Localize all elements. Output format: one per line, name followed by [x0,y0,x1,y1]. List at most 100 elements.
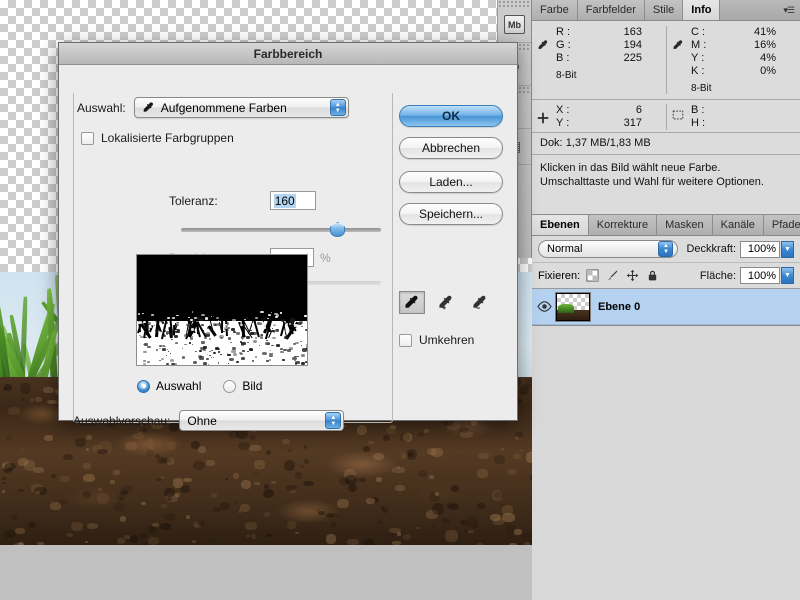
tab-farbfelder[interactable]: Farbfelder [577,0,645,20]
selection-preview-label: Auswahlvorschau: [73,413,171,428]
soil-speck [358,477,367,483]
soil-speck [110,480,115,485]
soil-speck [83,463,91,470]
lock-transparency-icon[interactable] [586,269,599,282]
preview-white-dot [262,326,266,329]
opacity-chevron-down-icon[interactable]: ▼ [781,240,794,258]
cancel-button[interactable]: Abbrechen [399,137,503,159]
blend-mode-select[interactable]: Normal ▲ ▼ [538,240,679,258]
tab-farbe[interactable]: Farbe [532,0,578,20]
soil-speck [20,397,25,401]
auswahl-label: Auswahl: [77,100,126,115]
dialog-title-bar[interactable]: Farbbereich [59,43,517,65]
soil-speck [348,484,358,493]
preview-white-dot [204,317,209,320]
tab-stile[interactable]: Stile [644,0,684,20]
preview-white-dot [269,327,272,329]
ok-button[interactable]: OK [399,105,503,127]
radio-bild[interactable]: Bild [223,379,262,393]
preview-speck [246,335,251,339]
eyedropper-add-tool[interactable] [433,291,459,314]
layers-panel-tabs[interactable]: Ebenen Korrekture Masken Kanäle Pfade ▾☰ [532,215,800,236]
chevron-updown-icon[interactable]: ▲ ▼ [658,241,674,257]
soil-speck [140,533,148,539]
dock-item-mini-bridge[interactable]: Mb [498,7,531,43]
soil-speck [501,505,513,515]
load-button[interactable]: Laden... [399,171,503,193]
tab-masken[interactable]: Masken [657,215,713,235]
opacity-input[interactable]: 100% [740,240,780,258]
soil-speck [21,448,24,451]
lock-image-icon[interactable] [606,269,619,282]
invert-row[interactable]: Umkehren [399,333,474,347]
soil-speck [14,527,25,534]
tab-info[interactable]: Info [683,0,721,20]
preview-speck [175,341,178,344]
preview-speck [185,324,189,327]
localized-color-clusters-row[interactable]: Lokalisierte Farbgruppen [81,131,234,145]
preview-speck [181,356,186,359]
fill-chevron-down-icon[interactable]: ▼ [781,267,794,284]
fuzziness-input[interactable]: 160 [269,191,316,210]
invert-checkbox[interactable] [399,333,412,347]
mask-preview[interactable] [136,254,308,366]
info-label-y: Y : [691,52,705,64]
soil-speck [270,481,276,484]
panel-menu-icon[interactable]: ▾☰ [777,0,800,20]
preview-mode-radios[interactable]: Auswahl Bild [137,379,262,393]
tab-kanaele[interactable]: Kanäle [712,215,764,235]
soil-speck [363,538,375,545]
soil-speck [29,398,34,403]
tab-korrekture[interactable]: Korrekture [588,215,658,235]
info-label-c: C : [691,26,706,38]
info-value-b: 225 [623,52,642,64]
soil-speck [427,447,437,456]
radio-bild-indicator[interactable] [223,379,237,393]
localized-color-clusters-label: Lokalisierte Farbgruppen [101,131,234,145]
fill-input[interactable]: 100% [740,267,780,284]
color-range-dialog[interactable]: Farbbereich Auswahl: Aufgenommene Farben… [58,42,518,431]
dock-grip[interactable] [498,0,531,7]
preview-speck [240,336,245,339]
preview-speck [155,349,158,351]
save-button[interactable]: Speichern... [399,203,503,225]
soil-speck [83,473,96,483]
selection-preview-select[interactable]: Ohne ▲ ▼ [179,410,345,431]
soil-speck [432,503,445,516]
radio-auswahl[interactable]: Auswahl [137,379,201,393]
eye-icon[interactable] [536,300,553,313]
info-panel-tabs[interactable]: Farbe Farbfelder Stile Info ▾☰ [532,0,800,21]
soil-speck [51,473,56,479]
table-row[interactable]: Ebene 0 [532,289,800,325]
soil-speck [50,502,61,510]
soil-speck [13,542,26,545]
info-value-g: 194 [623,39,642,51]
tab-ebenen[interactable]: Ebenen [532,215,589,235]
info-position-group: X : 6 Y : 317 [532,104,666,130]
soil-speck [318,510,326,515]
preview-speck [161,347,166,351]
slider-thumb[interactable] [330,222,345,237]
preview-speck [271,344,274,347]
soil-speck [97,487,102,492]
selection-source-select[interactable]: Aufgenommene Farben ▲ ▼ [133,97,349,118]
radio-auswahl-indicator[interactable] [137,379,150,393]
soil-speck [46,399,57,405]
lock-all-icon[interactable] [646,269,659,282]
soil-speck [295,532,299,534]
eyedropper-subtract-tool[interactable] [467,291,493,314]
chevron-updown-icon[interactable]: ▲ ▼ [329,99,346,116]
soil-speck [208,539,214,542]
soil-speck [381,506,384,510]
localized-color-clusters-checkbox[interactable] [81,131,94,145]
fuzziness-slider[interactable] [181,222,381,237]
tab-pfade[interactable]: Pfade [763,215,800,235]
lock-position-icon[interactable] [626,269,639,282]
layer-thumbnail[interactable] [555,291,591,322]
slider-track [181,228,381,232]
chevron-updown-icon[interactable]: ▲ ▼ [325,412,342,429]
radio-bild-label: Bild [242,379,263,393]
eyedropper-tool[interactable] [399,291,425,314]
layer-list[interactable]: Ebene 0 [532,288,800,325]
eyedropper-minus-icon [473,295,486,308]
